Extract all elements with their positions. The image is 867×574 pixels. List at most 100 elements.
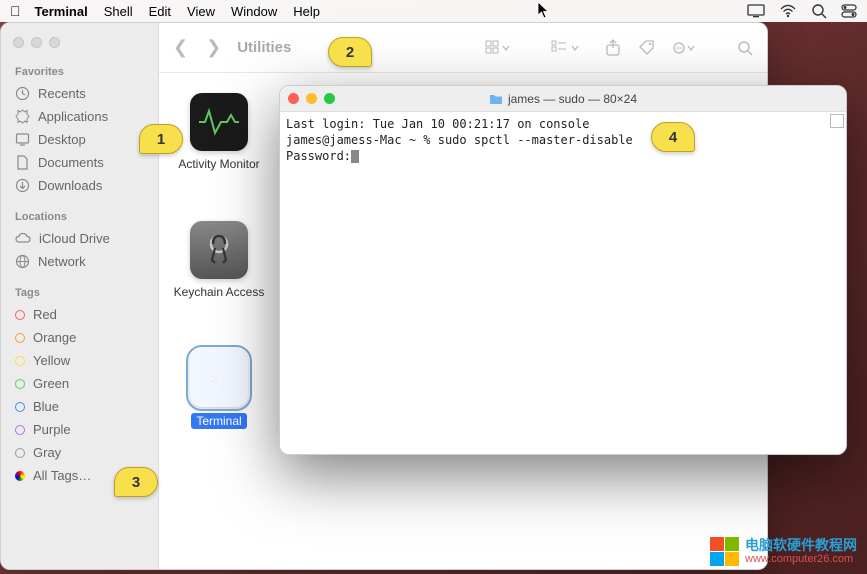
sidebar-label: Purple: [33, 422, 71, 437]
finder-title: Utilities: [237, 39, 291, 56]
sidebar-label: Gray: [33, 445, 61, 460]
app-activity-monitor[interactable]: Activity Monitor: [169, 93, 269, 171]
activity-monitor-icon: [190, 93, 248, 151]
sidebar-label: Downloads: [38, 178, 102, 193]
watermark-logo-icon: [710, 537, 739, 566]
callout-2: 2: [328, 37, 372, 67]
window-controls: [1, 33, 158, 62]
menu-edit[interactable]: Edit: [149, 4, 171, 19]
back-button[interactable]: ❮: [173, 37, 188, 58]
sidebar-desktop[interactable]: Desktop: [1, 128, 158, 151]
forward-button[interactable]: ❯: [206, 37, 221, 58]
app-keychain[interactable]: Keychain Access: [169, 221, 269, 299]
minimize-button[interactable]: [31, 37, 42, 48]
tag-icon[interactable]: [639, 40, 655, 56]
sidebar-documents[interactable]: Documents: [1, 151, 158, 174]
menu-view[interactable]: View: [187, 4, 215, 19]
app-terminal[interactable]: >_ Terminal: [169, 349, 269, 429]
terminal-line: james@jamess-Mac ~ % sudo spctl --master…: [286, 132, 840, 148]
terminal-titlebar: james — sudo — 80×24: [280, 86, 846, 112]
watermark: 电脑软硬件教程网 www.computer26.com: [710, 537, 857, 566]
callout-4: 4: [651, 122, 695, 152]
terminal-window: james — sudo — 80×24 Last login: Tue Jan…: [279, 85, 847, 455]
view-grid-icon[interactable]: [485, 40, 511, 56]
watermark-url: www.computer26.com: [745, 553, 857, 565]
sidebar-label: Blue: [33, 399, 59, 414]
folder-icon: [489, 93, 503, 105]
group-icon[interactable]: [551, 40, 581, 56]
sidebar-label: iCloud Drive: [39, 231, 110, 246]
tag-dot-icon: [15, 402, 25, 412]
keychain-icon: [190, 221, 248, 279]
menu-shell[interactable]: Shell: [104, 4, 133, 19]
tag-dot-icon: [15, 425, 25, 435]
apps-icon: [15, 109, 30, 124]
sidebar-network[interactable]: Network: [1, 250, 158, 273]
action-icon[interactable]: [673, 40, 697, 56]
sidebar-applications[interactable]: Applications: [1, 105, 158, 128]
callout-3: 3: [114, 467, 158, 497]
terminal-icon: >_: [190, 349, 248, 407]
terminal-title: james — sudo — 80×24: [280, 92, 846, 106]
cloud-icon: [15, 231, 31, 246]
sidebar-label: Yellow: [33, 353, 70, 368]
app-label: Terminal: [191, 413, 246, 429]
clock-icon: [15, 86, 30, 101]
sidebar-recents[interactable]: Recents: [1, 82, 158, 105]
sidebar-label: Desktop: [38, 132, 86, 147]
tag-dot-icon: [15, 333, 25, 343]
app-label: Keychain Access: [174, 285, 265, 299]
tag-dot-icon: [15, 310, 25, 320]
tag-gray[interactable]: Gray: [1, 441, 158, 464]
tag-green[interactable]: Green: [1, 372, 158, 395]
menu-window[interactable]: Window: [231, 4, 277, 19]
sidebar-label: Recents: [38, 86, 86, 101]
tag-purple[interactable]: Purple: [1, 418, 158, 441]
zoom-button[interactable]: [49, 37, 60, 48]
tag-yellow[interactable]: Yellow: [1, 349, 158, 372]
sidebar-label: Red: [33, 307, 57, 322]
wifi-icon[interactable]: [779, 4, 797, 18]
sidebar-label: Network: [38, 254, 86, 269]
share-icon[interactable]: [605, 39, 621, 57]
sidebar-label: All Tags…: [33, 468, 91, 483]
watermark-title: 电脑软硬件教程网: [745, 538, 857, 553]
sidebar-downloads[interactable]: Downloads: [1, 174, 158, 197]
doc-icon: [15, 155, 30, 170]
control-center-icon[interactable]: [841, 4, 857, 18]
app-label: Activity Monitor: [178, 157, 259, 171]
tag-red[interactable]: Red: [1, 303, 158, 326]
terminal-body[interactable]: Last login: Tue Jan 10 00:21:17 on conso…: [280, 112, 846, 454]
tag-orange[interactable]: Orange: [1, 326, 158, 349]
mouse-cursor-icon: [537, 1, 551, 19]
apple-menu-icon[interactable]: : [10, 3, 21, 19]
scrollbar[interactable]: [830, 114, 844, 128]
menu-help[interactable]: Help: [293, 4, 320, 19]
sidebar-icloud[interactable]: iCloud Drive: [1, 227, 158, 250]
screen-mirroring-icon[interactable]: [747, 4, 765, 18]
sidebar-label: Applications: [38, 109, 108, 124]
search-icon[interactable]: [737, 40, 753, 56]
menu-app[interactable]: Terminal: [35, 4, 88, 19]
sidebar-label: Documents: [38, 155, 104, 170]
desktop-icon: [15, 132, 30, 147]
locations-header: Locations: [1, 207, 158, 227]
terminal-line: Last login: Tue Jan 10 00:21:17 on conso…: [286, 116, 840, 132]
menubar:  Terminal Shell Edit View Window Help: [0, 0, 867, 22]
terminal-line: Password:: [286, 148, 840, 164]
cursor-icon: [351, 150, 359, 163]
sidebar-label: Orange: [33, 330, 76, 345]
tag-dot-icon: [15, 356, 25, 366]
callout-1: 1: [139, 124, 183, 154]
finder-toolbar: ❮ ❯ Utilities: [159, 23, 767, 73]
tag-blue[interactable]: Blue: [1, 395, 158, 418]
tag-dot-icon: [15, 471, 25, 481]
download-icon: [15, 178, 30, 193]
tag-dot-icon: [15, 448, 25, 458]
favorites-header: Favorites: [1, 62, 158, 82]
tags-header: Tags: [1, 283, 158, 303]
close-button[interactable]: [13, 37, 24, 48]
sidebar-label: Green: [33, 376, 69, 391]
tag-dot-icon: [15, 379, 25, 389]
spotlight-icon[interactable]: [811, 3, 827, 19]
